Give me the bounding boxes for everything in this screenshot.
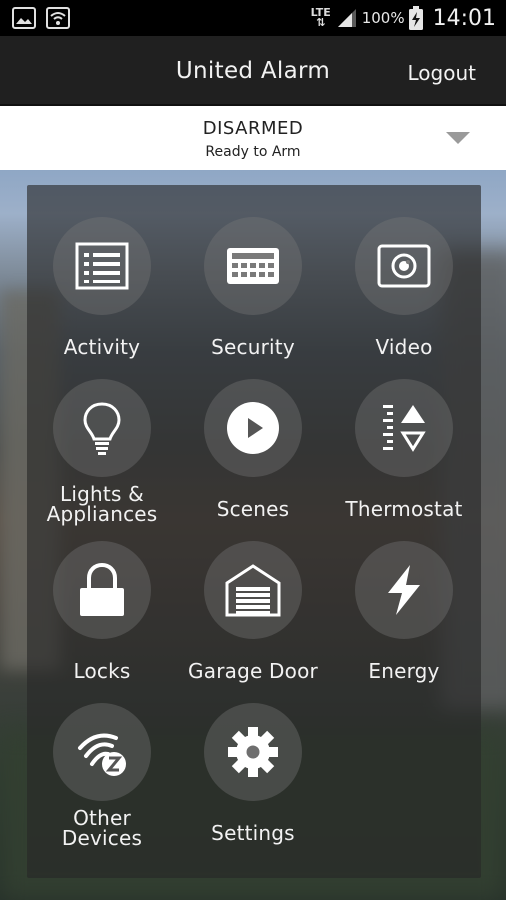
gear-icon <box>228 727 278 777</box>
menu-item-scenes[interactable]: Scenes <box>178 347 328 519</box>
menu-label: Energy <box>368 659 440 683</box>
zwave-icon <box>78 733 126 776</box>
lightning-icon <box>388 565 420 615</box>
menu-item-video[interactable]: Video <box>329 185 479 357</box>
arm-state: DISARMED <box>202 118 304 139</box>
lightbulb-icon <box>83 402 121 455</box>
menu-item-locks[interactable]: Locks <box>27 509 177 681</box>
camera-icon <box>377 244 431 288</box>
gallery-icon <box>12 7 36 29</box>
menu-item-energy[interactable]: Energy <box>329 509 479 681</box>
play-icon <box>227 402 279 454</box>
app-header: United Alarm Logout <box>0 36 506 104</box>
battery-percent: 100% <box>361 9 405 27</box>
keypad-icon <box>227 248 279 284</box>
menu-item-garage-door[interactable]: Garage Door <box>178 509 328 681</box>
signal-icon <box>337 9 356 27</box>
list-icon <box>75 242 129 290</box>
menu-item-other-devices[interactable]: Other Devices <box>27 671 177 848</box>
menu-item-security[interactable]: Security <box>178 185 328 357</box>
menu-item-lights-appliances[interactable]: Lights & Appliances <box>27 347 177 524</box>
garage-icon <box>225 564 281 617</box>
menu-item-activity[interactable]: Activity <box>27 185 177 357</box>
arm-status-bar[interactable]: DISARMED Ready to Arm <box>0 104 506 170</box>
menu-item-thermostat[interactable]: Thermostat <box>329 347 479 519</box>
logout-button[interactable]: Logout <box>408 61 476 85</box>
menu-panel: Activity Security Video Lights & Applian… <box>27 185 481 878</box>
status-bar: LTE ⇅ 100% 14:01 <box>0 0 506 36</box>
menu-item-settings[interactable]: Settings <box>178 671 328 843</box>
wifi-icon <box>46 7 70 29</box>
menu-label: Other Devices <box>61 806 143 850</box>
clock: 14:01 <box>432 5 496 31</box>
thermostat-icon <box>383 405 426 452</box>
lock-icon <box>80 562 124 616</box>
battery-charging-icon <box>408 6 423 30</box>
chevron-down-icon[interactable] <box>446 132 470 144</box>
arm-subtitle: Ready to Arm <box>205 144 301 160</box>
menu-label: Settings <box>211 821 295 845</box>
lte-icon: LTE ⇅ <box>310 6 331 29</box>
